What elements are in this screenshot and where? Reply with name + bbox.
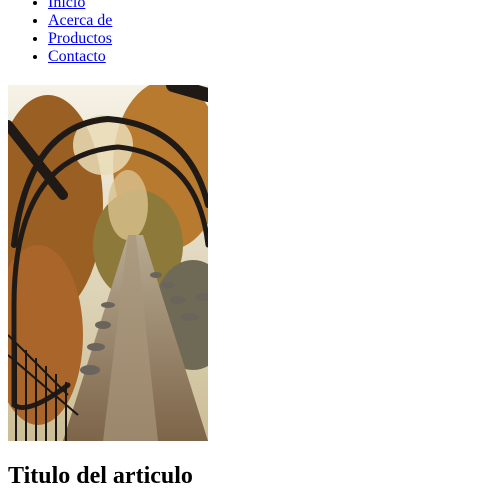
nav-item-productos: Productos bbox=[48, 30, 112, 48]
nav-item-acerca-de: Acerca de bbox=[48, 12, 112, 30]
article-title: Titulo del articulo bbox=[8, 463, 193, 489]
page: Inicio Acerca de Productos Contacto bbox=[0, 0, 500, 500]
nav-link-contacto[interactable]: Contacto bbox=[48, 48, 106, 65]
nav-item-contacto: Contacto bbox=[48, 48, 112, 66]
article-image bbox=[8, 85, 208, 441]
main-nav: Inicio Acerca de Productos Contacto bbox=[0, 0, 112, 66]
nav-item-inicio: Inicio bbox=[48, 0, 112, 12]
nav-link-productos[interactable]: Productos bbox=[48, 30, 112, 47]
nav-link-inicio[interactable]: Inicio bbox=[48, 0, 85, 11]
autumn-arbor-path-image bbox=[8, 85, 208, 441]
nav-link-acerca-de[interactable]: Acerca de bbox=[48, 12, 112, 29]
